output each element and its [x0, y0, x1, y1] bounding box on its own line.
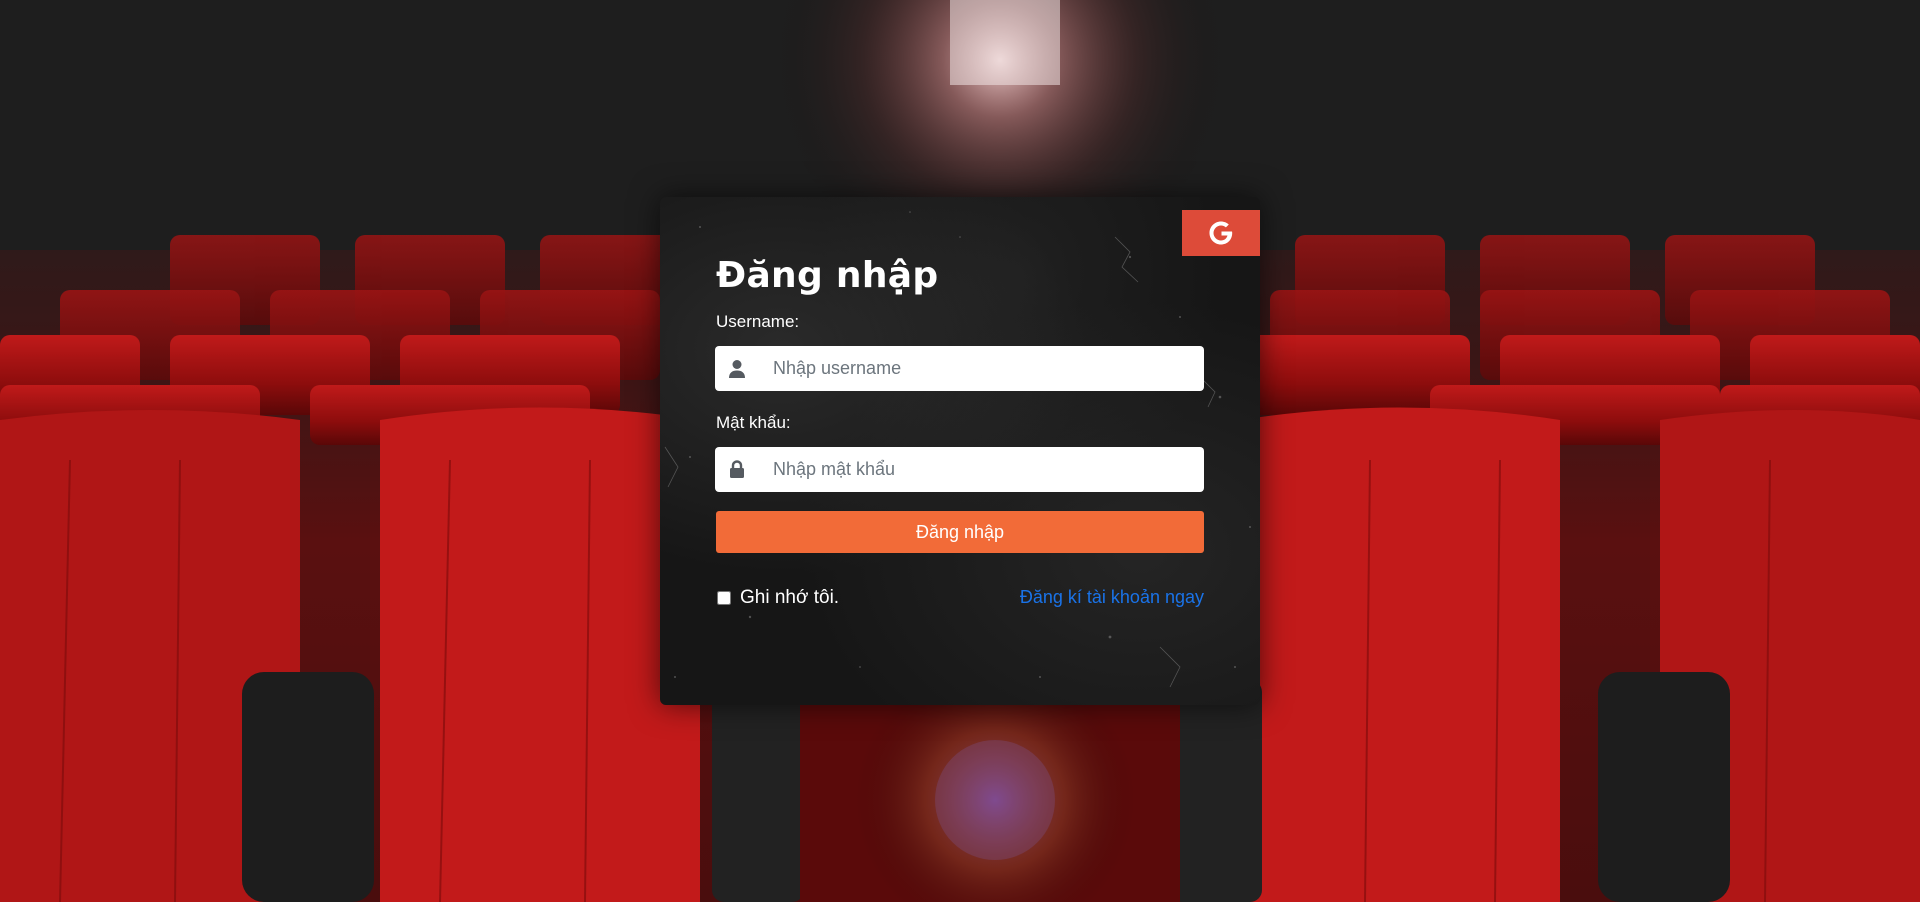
user-icon	[715, 346, 759, 391]
register-link[interactable]: Đăng kí tài khoản ngay	[1020, 587, 1204, 608]
login-submit-button[interactable]: Đăng nhập	[716, 511, 1204, 553]
google-icon	[1209, 221, 1233, 245]
username-input-group	[715, 346, 1204, 391]
password-label: Mật khẩu:	[716, 413, 791, 432]
lock-icon	[715, 447, 759, 492]
password-input[interactable]	[759, 449, 1193, 490]
google-login-button[interactable]	[1182, 210, 1260, 256]
username-input[interactable]	[759, 348, 1193, 389]
username-label: Username:	[716, 312, 800, 331]
remember-me-label: Ghi nhớ tôi.	[740, 587, 840, 608]
login-card: Đăng nhập Username: Mật khẩu: Đăng nhập …	[660, 197, 1260, 705]
page-title: Đăng nhập	[716, 255, 939, 296]
remember-me[interactable]: Ghi nhớ tôi.	[716, 587, 839, 609]
password-input-group	[715, 447, 1204, 492]
remember-me-checkbox[interactable]	[717, 591, 731, 605]
